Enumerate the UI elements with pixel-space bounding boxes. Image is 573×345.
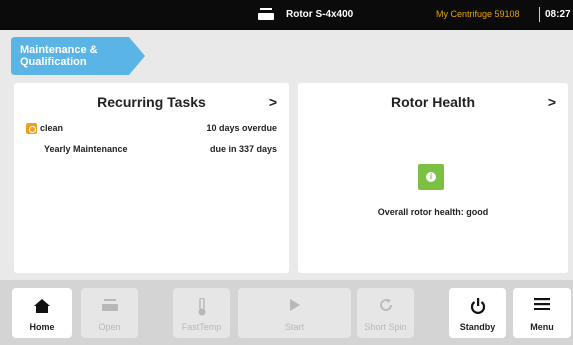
open-label: Open bbox=[98, 322, 121, 332]
play-icon bbox=[238, 298, 351, 314]
lid-icon bbox=[81, 298, 138, 314]
home-icon bbox=[12, 298, 72, 314]
recurring-tasks-card[interactable]: Recurring Tasks > clean 10 days overdue … bbox=[14, 83, 289, 273]
standby-button[interactable]: Standby bbox=[449, 288, 506, 338]
refresh-icon bbox=[357, 298, 414, 314]
hamburger-icon bbox=[513, 298, 571, 314]
standby-label: Standby bbox=[459, 322, 496, 332]
health-status-text: Overall rotor health: good bbox=[377, 207, 489, 217]
thermometer-icon bbox=[173, 298, 230, 316]
rotor-icon bbox=[258, 8, 274, 20]
recurring-tasks-title: Recurring Tasks bbox=[97, 94, 206, 110]
rotor-name: Rotor S-4x400 bbox=[286, 9, 354, 20]
start-label: Start bbox=[284, 322, 304, 332]
rotor-health-title: Rotor Health bbox=[391, 94, 475, 110]
device-name: My Centrifuge 59108 bbox=[436, 9, 520, 19]
menu-button[interactable]: Menu bbox=[513, 288, 571, 338]
breadcrumb-label: Maintenance & Qualification bbox=[20, 44, 98, 68]
task-due: 10 days overdue bbox=[206, 123, 277, 133]
task-row-yearly-maintenance[interactable]: Yearly Maintenance due in 337 days bbox=[26, 144, 277, 158]
open-button[interactable]: Open bbox=[81, 288, 138, 338]
task-name: clean bbox=[40, 123, 64, 133]
breadcrumb[interactable]: Maintenance & Qualification bbox=[11, 37, 145, 75]
short-spin-label: Short Spin bbox=[364, 322, 407, 332]
clock: 08:27 bbox=[545, 9, 571, 20]
chevron-right-icon[interactable]: > bbox=[269, 94, 277, 110]
rotor-health-card[interactable]: Rotor Health > i Overall rotor health: g… bbox=[298, 83, 568, 273]
status-bar: Rotor S-4x400 My Centrifuge 59108 08:27 bbox=[0, 0, 573, 30]
info-icon: i bbox=[426, 172, 436, 182]
menu-label: Menu bbox=[530, 322, 554, 332]
home-label: Home bbox=[29, 322, 55, 332]
short-spin-button[interactable]: Short Spin bbox=[357, 288, 414, 338]
health-status-indicator: i bbox=[418, 164, 444, 190]
power-icon bbox=[449, 298, 506, 314]
task-row-clean[interactable]: clean 10 days overdue bbox=[26, 123, 277, 137]
bottom-navigation: Home Open FastTemp Start Short Spin Stan… bbox=[0, 280, 573, 345]
home-button[interactable]: Home bbox=[12, 288, 72, 338]
task-name: Yearly Maintenance bbox=[44, 144, 128, 154]
chevron-right-icon[interactable]: > bbox=[548, 94, 556, 110]
start-button[interactable]: Start bbox=[238, 288, 351, 338]
fasttemp-button[interactable]: FastTemp bbox=[173, 288, 230, 338]
task-due: due in 337 days bbox=[209, 144, 277, 154]
fasttemp-label: FastTemp bbox=[181, 322, 222, 332]
warning-icon bbox=[26, 123, 37, 134]
status-divider bbox=[539, 7, 540, 22]
